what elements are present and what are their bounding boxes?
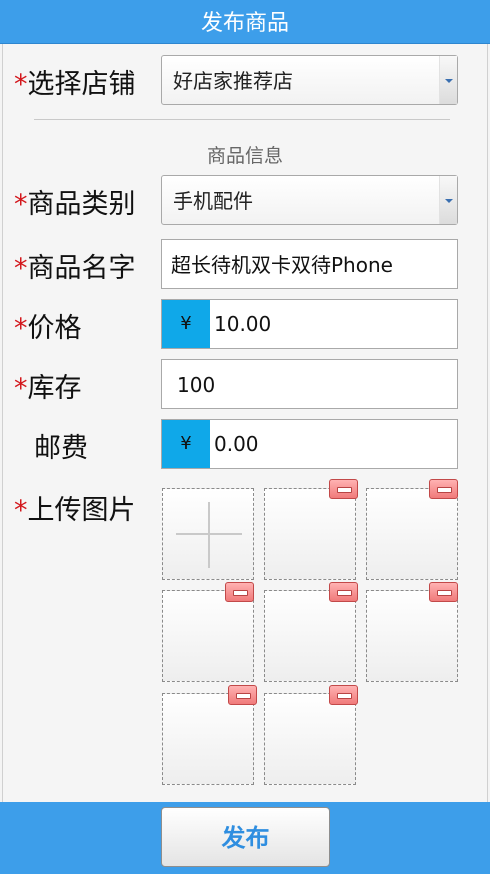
price-field[interactable]: ¥ 10.00 bbox=[161, 299, 458, 349]
image-slot[interactable] bbox=[366, 488, 458, 580]
store-select-value: 好店家推荐店 bbox=[173, 69, 293, 93]
remove-image-icon[interactable] bbox=[228, 685, 257, 705]
currency-badge: ¥ bbox=[162, 300, 210, 348]
add-image-button[interactable] bbox=[162, 488, 254, 580]
price-input[interactable]: 10.00 bbox=[214, 300, 271, 348]
stock-label: *库存 bbox=[14, 373, 82, 404]
category-label: *商品类别 bbox=[14, 189, 136, 220]
required-mark: * bbox=[14, 253, 28, 284]
remove-image-icon[interactable] bbox=[225, 582, 254, 602]
title-bar: 发布商品 bbox=[0, 0, 490, 44]
store-label: *选择店铺 bbox=[14, 69, 136, 100]
image-slot[interactable] bbox=[264, 488, 356, 580]
required-mark: * bbox=[14, 313, 28, 344]
remove-image-icon[interactable] bbox=[429, 479, 458, 499]
category-select-value: 手机配件 bbox=[173, 189, 253, 213]
remove-image-icon[interactable] bbox=[329, 685, 358, 705]
name-input[interactable]: 超长待机双卡双待Phone bbox=[161, 239, 458, 289]
image-slot[interactable] bbox=[264, 693, 356, 785]
images-label: *上传图片 bbox=[14, 495, 136, 526]
required-mark: * bbox=[14, 69, 28, 100]
image-slot[interactable] bbox=[264, 590, 356, 682]
remove-image-icon[interactable] bbox=[329, 479, 358, 499]
name-label: *商品名字 bbox=[14, 253, 136, 284]
image-slot[interactable] bbox=[162, 590, 254, 682]
store-select[interactable]: 好店家推荐店 bbox=[161, 55, 458, 105]
shipping-field[interactable]: ¥ 0.00 bbox=[161, 419, 458, 469]
divider bbox=[34, 119, 450, 120]
price-label: *价格 bbox=[14, 313, 82, 344]
submit-button[interactable]: 发布 bbox=[161, 807, 330, 867]
currency-badge: ¥ bbox=[162, 420, 210, 468]
remove-image-icon[interactable] bbox=[329, 582, 358, 602]
plus-icon bbox=[208, 502, 210, 568]
shipping-input[interactable]: 0.00 bbox=[214, 420, 259, 468]
shipping-label: 邮费 bbox=[34, 433, 88, 464]
remove-image-icon[interactable] bbox=[429, 582, 458, 602]
image-slot[interactable] bbox=[162, 693, 254, 785]
dropdown-arrow-icon[interactable] bbox=[439, 56, 457, 104]
page-title: 发布商品 bbox=[200, 11, 289, 36]
required-mark: * bbox=[14, 189, 28, 220]
category-select[interactable]: 手机配件 bbox=[161, 175, 458, 225]
required-mark: * bbox=[14, 373, 28, 404]
dropdown-arrow-icon[interactable] bbox=[439, 176, 457, 224]
image-slot[interactable] bbox=[366, 590, 458, 682]
section-title: 商品信息 bbox=[206, 145, 283, 167]
required-mark: * bbox=[14, 495, 28, 526]
stock-input[interactable]: 100 bbox=[161, 359, 458, 409]
